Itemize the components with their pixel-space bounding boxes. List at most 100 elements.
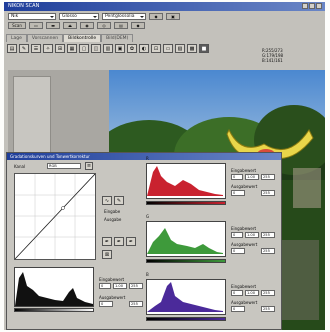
channel-input-gamma[interactable]: 1.00 <box>245 174 259 180</box>
channel-output-label: Ausgabewert <box>231 242 258 247</box>
tool-button[interactable]: ✎ <box>19 44 29 53</box>
tool-button[interactable]: ▦ <box>67 44 77 53</box>
tab-bildkontrolle[interactable]: Bildkontrolle <box>63 34 102 42</box>
title-bar: NIKON SCAN <box>4 2 325 11</box>
tool-button[interactable]: ☰ <box>31 44 41 53</box>
tool-button[interactable]: ▭ <box>163 44 173 53</box>
tool-button[interactable]: ▧ <box>175 44 185 53</box>
channel-input-label: Eingabewert <box>231 168 257 173</box>
channel-name: R <box>146 156 149 161</box>
toolbar-icon-f[interactable]: ◆ <box>131 22 145 29</box>
tool-button[interactable]: ⊡ <box>151 44 161 53</box>
eyedropper-black-icon[interactable]: ✒ <box>102 237 112 246</box>
main-input-white[interactable]: 255 <box>129 283 143 289</box>
channel-output-black[interactable]: 0 <box>231 248 245 254</box>
channel-output-white[interactable]: 255 <box>261 248 275 254</box>
eingabe-label: Eingabe <box>104 209 121 214</box>
tool-button[interactable]: ◫ <box>91 44 101 53</box>
curve-tool-icon[interactable]: ∿ <box>102 196 112 205</box>
channel-input-white[interactable]: 255 <box>261 232 275 238</box>
toolbar-row-1: Nik Glosso Pentglossolia ◆ ▣ <box>4 13 325 20</box>
minimize-button[interactable] <box>302 3 308 9</box>
curve-graph <box>14 173 96 260</box>
tool-button[interactable]: ▤ <box>7 44 17 53</box>
tab-bar: Lage Vorscannen Bildkontrolle Bild(DEM) <box>4 34 325 42</box>
tool-button[interactable]: ◐ <box>139 44 149 53</box>
tool-button[interactable]: ▣ <box>115 44 125 53</box>
preset-select[interactable]: Pentglossolia <box>102 13 146 20</box>
main-output-black[interactable]: 0 <box>99 301 113 307</box>
ausgabe-label: Ausgabe <box>104 217 122 222</box>
channel-input-white[interactable]: 255 <box>261 174 275 180</box>
channel-input-black[interactable]: 0 <box>231 290 243 296</box>
source-select[interactable]: Nik <box>8 13 56 20</box>
tab-vorscannen[interactable]: Vorscannen <box>26 34 64 42</box>
tool-button[interactable]: ▩ <box>187 44 197 53</box>
channel-input-white[interactable]: 255 <box>261 290 275 296</box>
rgb-histogram <box>14 267 94 307</box>
tool-button[interactable]: ▥ <box>103 44 113 53</box>
channel-input-label: Eingabewert <box>231 284 257 289</box>
rgb-ramp <box>14 308 94 312</box>
channel-ramp <box>146 201 226 205</box>
channel-ramp <box>146 259 226 263</box>
scan-button[interactable]: Scan <box>8 22 26 29</box>
eyedropper-gray-icon[interactable]: ✒ <box>114 237 124 246</box>
channel-output-white[interactable]: 255 <box>261 190 275 196</box>
channel-output-black[interactable]: 0 <box>231 190 245 196</box>
channel-histogram-plot <box>147 228 223 254</box>
tool-button[interactable]: ▢ <box>79 44 89 53</box>
channel-histogram-plot <box>147 282 223 312</box>
toolbar-icon-e[interactable]: ▤ <box>114 22 128 29</box>
channel-ramp <box>146 317 226 321</box>
channel-label: Kanal <box>14 164 26 169</box>
channel-histogram <box>146 163 226 199</box>
maximize-button[interactable] <box>309 3 315 9</box>
channel-input-label: Eingabewert <box>231 226 257 231</box>
tool-button[interactable]: ⊞ <box>55 44 65 53</box>
toolbar-icon-a[interactable]: ▭ <box>29 22 43 29</box>
toolbar-button-2[interactable]: ▣ <box>166 13 180 20</box>
toolbar-button-1[interactable]: ◆ <box>149 13 163 20</box>
color-readout: R:255/273 G:179/198 B:141/161 <box>262 48 284 63</box>
pencil-icon[interactable]: ✎ <box>114 196 124 205</box>
auto-contrast-icon[interactable]: ⊠ <box>102 250 112 259</box>
rgb-histogram-plot <box>15 272 93 306</box>
channel-name: G <box>146 214 150 219</box>
channel-output-white[interactable]: 255 <box>261 306 275 312</box>
channel-histogram <box>146 221 226 257</box>
tab-bild-dem[interactable]: Bild(DEM) <box>101 34 134 42</box>
eyedropper-white-icon[interactable]: ✒ <box>126 237 136 246</box>
channel-select[interactable]: RGB <box>47 163 81 169</box>
window-title: NIKON SCAN <box>8 3 40 9</box>
eject-icon[interactable]: ⏏ <box>63 22 77 29</box>
side-panel <box>8 70 109 160</box>
channel-output-black[interactable]: 0 <box>231 306 245 312</box>
side-panel-inner <box>13 76 51 160</box>
main-output-white[interactable]: 255 <box>129 301 143 307</box>
channel-input-black[interactable]: 0 <box>231 232 243 238</box>
curves-dialog: Gradationskurven und Tonwertkorrektur Ka… <box>6 152 282 330</box>
main-input-gamma[interactable]: 1.00 <box>113 283 127 289</box>
mode-select[interactable]: Glosso <box>59 13 99 20</box>
dialog-title: Gradationskurven und Tonwertkorrektur <box>7 153 281 160</box>
tab-lage[interactable]: Lage <box>6 34 27 42</box>
tool-button[interactable]: ✧ <box>43 44 53 53</box>
channel-menu-icon[interactable]: ≡ <box>85 162 93 170</box>
toolbar-icon-d[interactable]: ◎ <box>97 22 111 29</box>
curve-editor[interactable] <box>14 173 96 260</box>
main-input-label: Eingabewert <box>99 277 125 282</box>
channel-name: B <box>146 272 149 277</box>
main-input-black[interactable]: 0 <box>99 283 111 289</box>
toolbar-icon-c[interactable]: ◉ <box>80 22 94 29</box>
channel-output-label: Ausgabewert <box>231 184 258 189</box>
channel-histogram <box>146 279 226 315</box>
toolbar-icon-b[interactable]: ▬ <box>46 22 60 29</box>
channel-input-gamma[interactable]: 1.00 <box>245 232 259 238</box>
tool-button[interactable]: ■ <box>199 44 209 53</box>
channel-input-black[interactable]: 0 <box>231 174 243 180</box>
close-button[interactable] <box>316 3 322 9</box>
channel-input-gamma[interactable]: 1.00 <box>245 290 259 296</box>
channel-output-label: Ausgabewert <box>231 300 258 305</box>
tool-button[interactable]: ✿ <box>127 44 137 53</box>
